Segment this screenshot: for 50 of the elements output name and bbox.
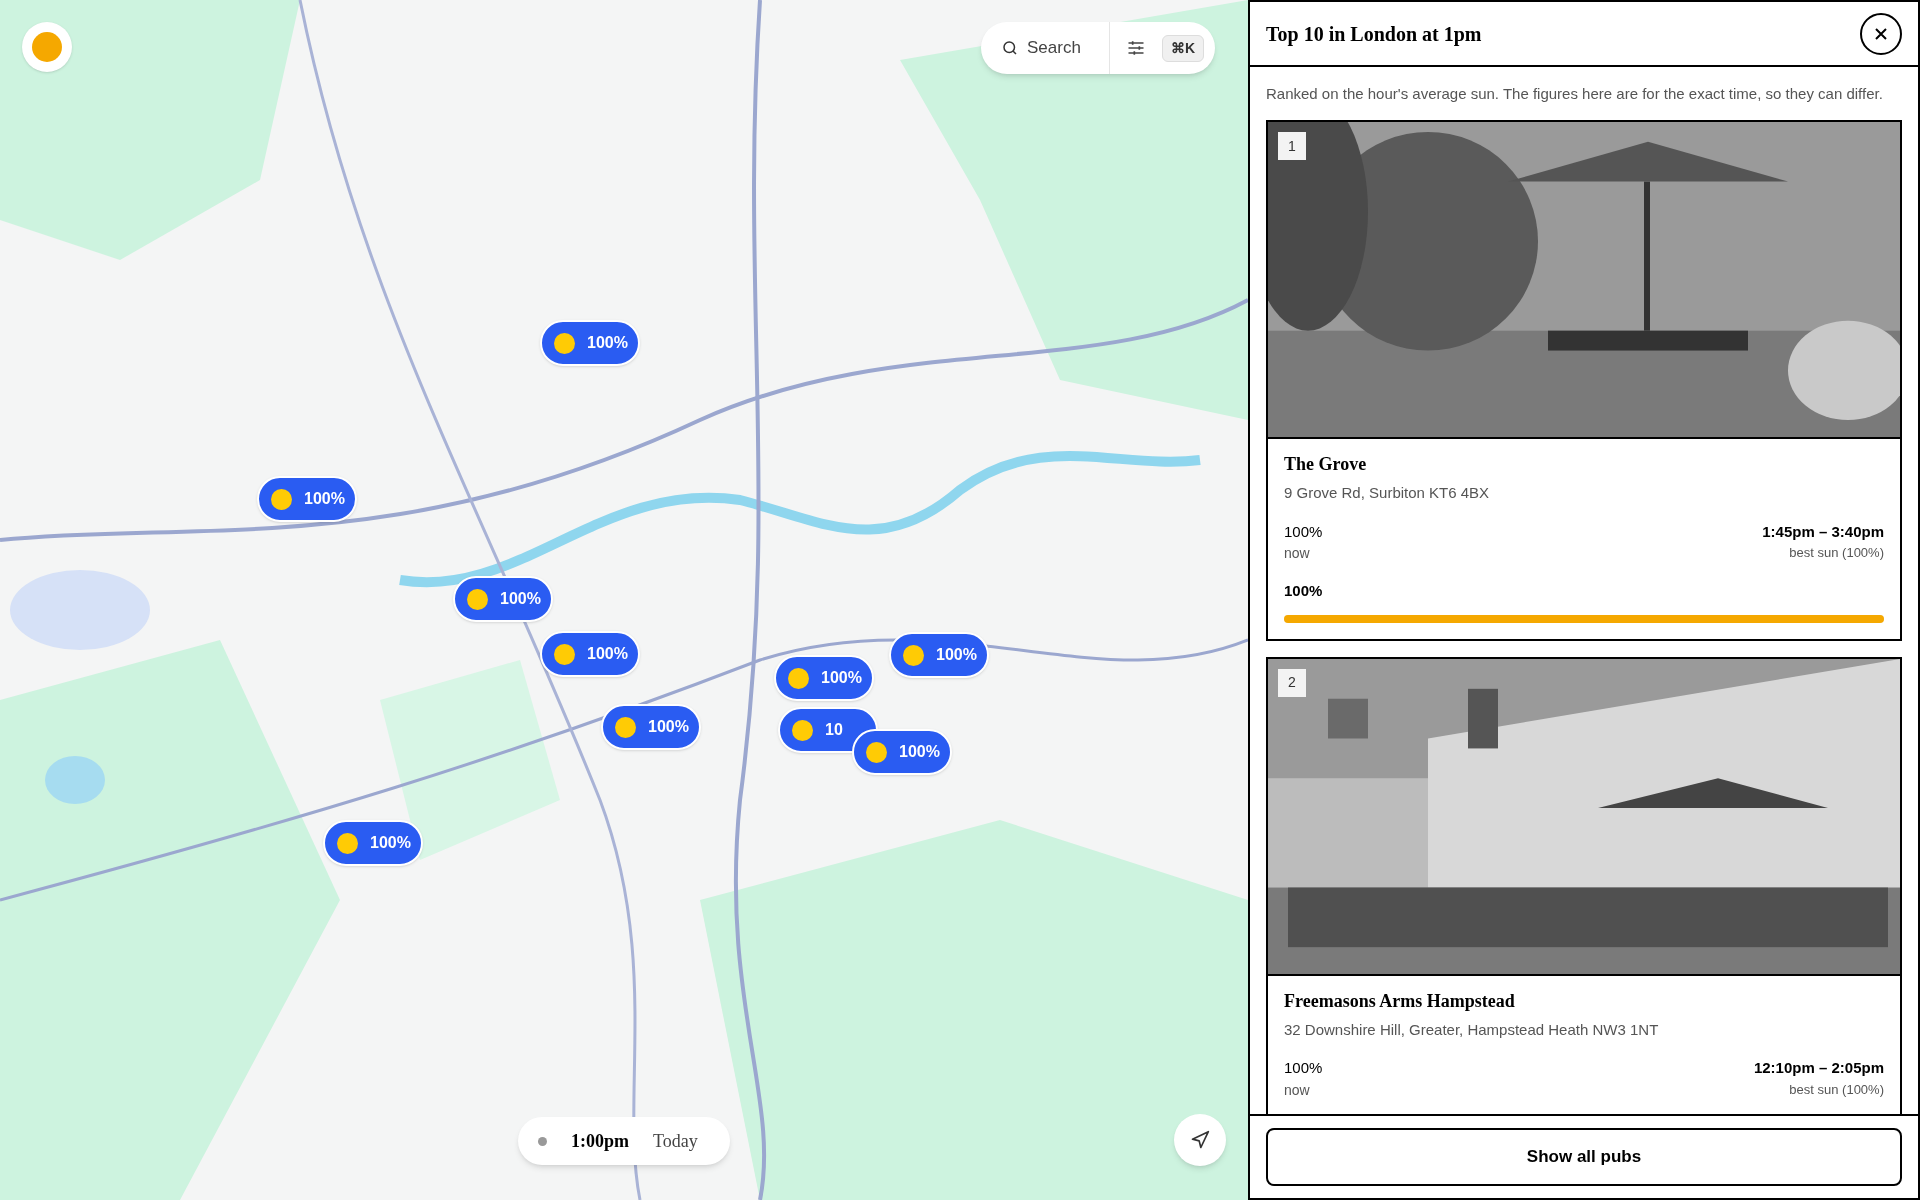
map-marker[interactable]: 100% (774, 655, 874, 701)
search-icon (1001, 39, 1019, 57)
close-icon (1874, 26, 1888, 41)
rank-number: 2 (1278, 668, 1306, 697)
search-field[interactable]: Search (1027, 35, 1093, 61)
sun-icon (792, 719, 813, 741)
map-marker[interactable]: 100% (601, 704, 701, 750)
best-label: best sun (100%) (1789, 544, 1884, 562)
sun-icon (615, 716, 636, 738)
map-marker[interactable]: 100% (889, 632, 989, 678)
pub-name: Freemasons Arms Hampstead (1284, 989, 1516, 1013)
map-marker[interactable]: 100% (540, 320, 640, 366)
map-marker[interactable]: 100% (453, 576, 553, 622)
best-time: 1:45pm – 3:40pm (1762, 521, 1884, 542)
now-value: 100% (1284, 1058, 1323, 1078)
map-marker[interactable]: 100% (257, 476, 357, 522)
shortcut-key: ⌘K (1162, 34, 1205, 62)
map-marker[interactable]: 100% (540, 631, 640, 677)
now-label: now (1284, 1080, 1311, 1100)
now-label: now (1284, 544, 1311, 563)
time-label: 1:00pm (571, 1129, 629, 1153)
best-label: best sun (100%) (1789, 1080, 1884, 1099)
pub-address: 9 Grove Rd, Surbiton KT6 4BX (1284, 483, 1491, 503)
sun-icon (337, 832, 358, 854)
sun-icon (32, 32, 62, 62)
map-marker[interactable]: 100% (852, 729, 952, 775)
sun-level-label: 100% (1284, 581, 1324, 601)
pub-card[interactable]: 2 Freemasons Arms Hampstead 32 Downshire Hill, Greater, Hampstead Heath NW3 1NT 100% now 12:10pm – 2:05pm best sun (100%) (1266, 656, 1902, 1114)
sun-icon (554, 643, 575, 665)
description-text: Ranked on the hour's average sun. The figures here are for the exact time, so they can differ. (1266, 84, 1884, 104)
best-time: 12:10pm – 2:05pm (1753, 1058, 1884, 1078)
panel-title: Top 10 in London at 1pm (1266, 21, 1482, 48)
pub-name: The Grove (1284, 453, 1368, 476)
sun-icon (271, 488, 292, 510)
sun-icon (467, 588, 488, 610)
sun-icon (903, 644, 924, 666)
sun-icon (788, 667, 809, 689)
pub-card[interactable]: 1 The Grove 9 Grove Rd, Surbiton KT6 4BX 100% now 1:45pm – 3:40pm best sun (100%) 100% (1266, 120, 1902, 641)
pub-address: 32 Downshire Hill, Greater, Hampstead Heath NW3 1NT (1284, 1019, 1660, 1040)
now-value: 100% (1284, 521, 1323, 542)
rank-number: 1 (1278, 132, 1306, 160)
day-label: Today (653, 1129, 698, 1153)
navigation-arrow-icon (1190, 1130, 1210, 1150)
show-all-button[interactable]: Show all pubs (1266, 1128, 1902, 1186)
sun-icon (554, 332, 575, 354)
filter-icon[interactable] (1126, 38, 1146, 58)
close-button[interactable] (1860, 12, 1902, 55)
time-pill[interactable]: 1:00pm Today (518, 1117, 730, 1165)
map-marker[interactable]: 100% (323, 820, 423, 866)
sun-icon (866, 741, 887, 763)
